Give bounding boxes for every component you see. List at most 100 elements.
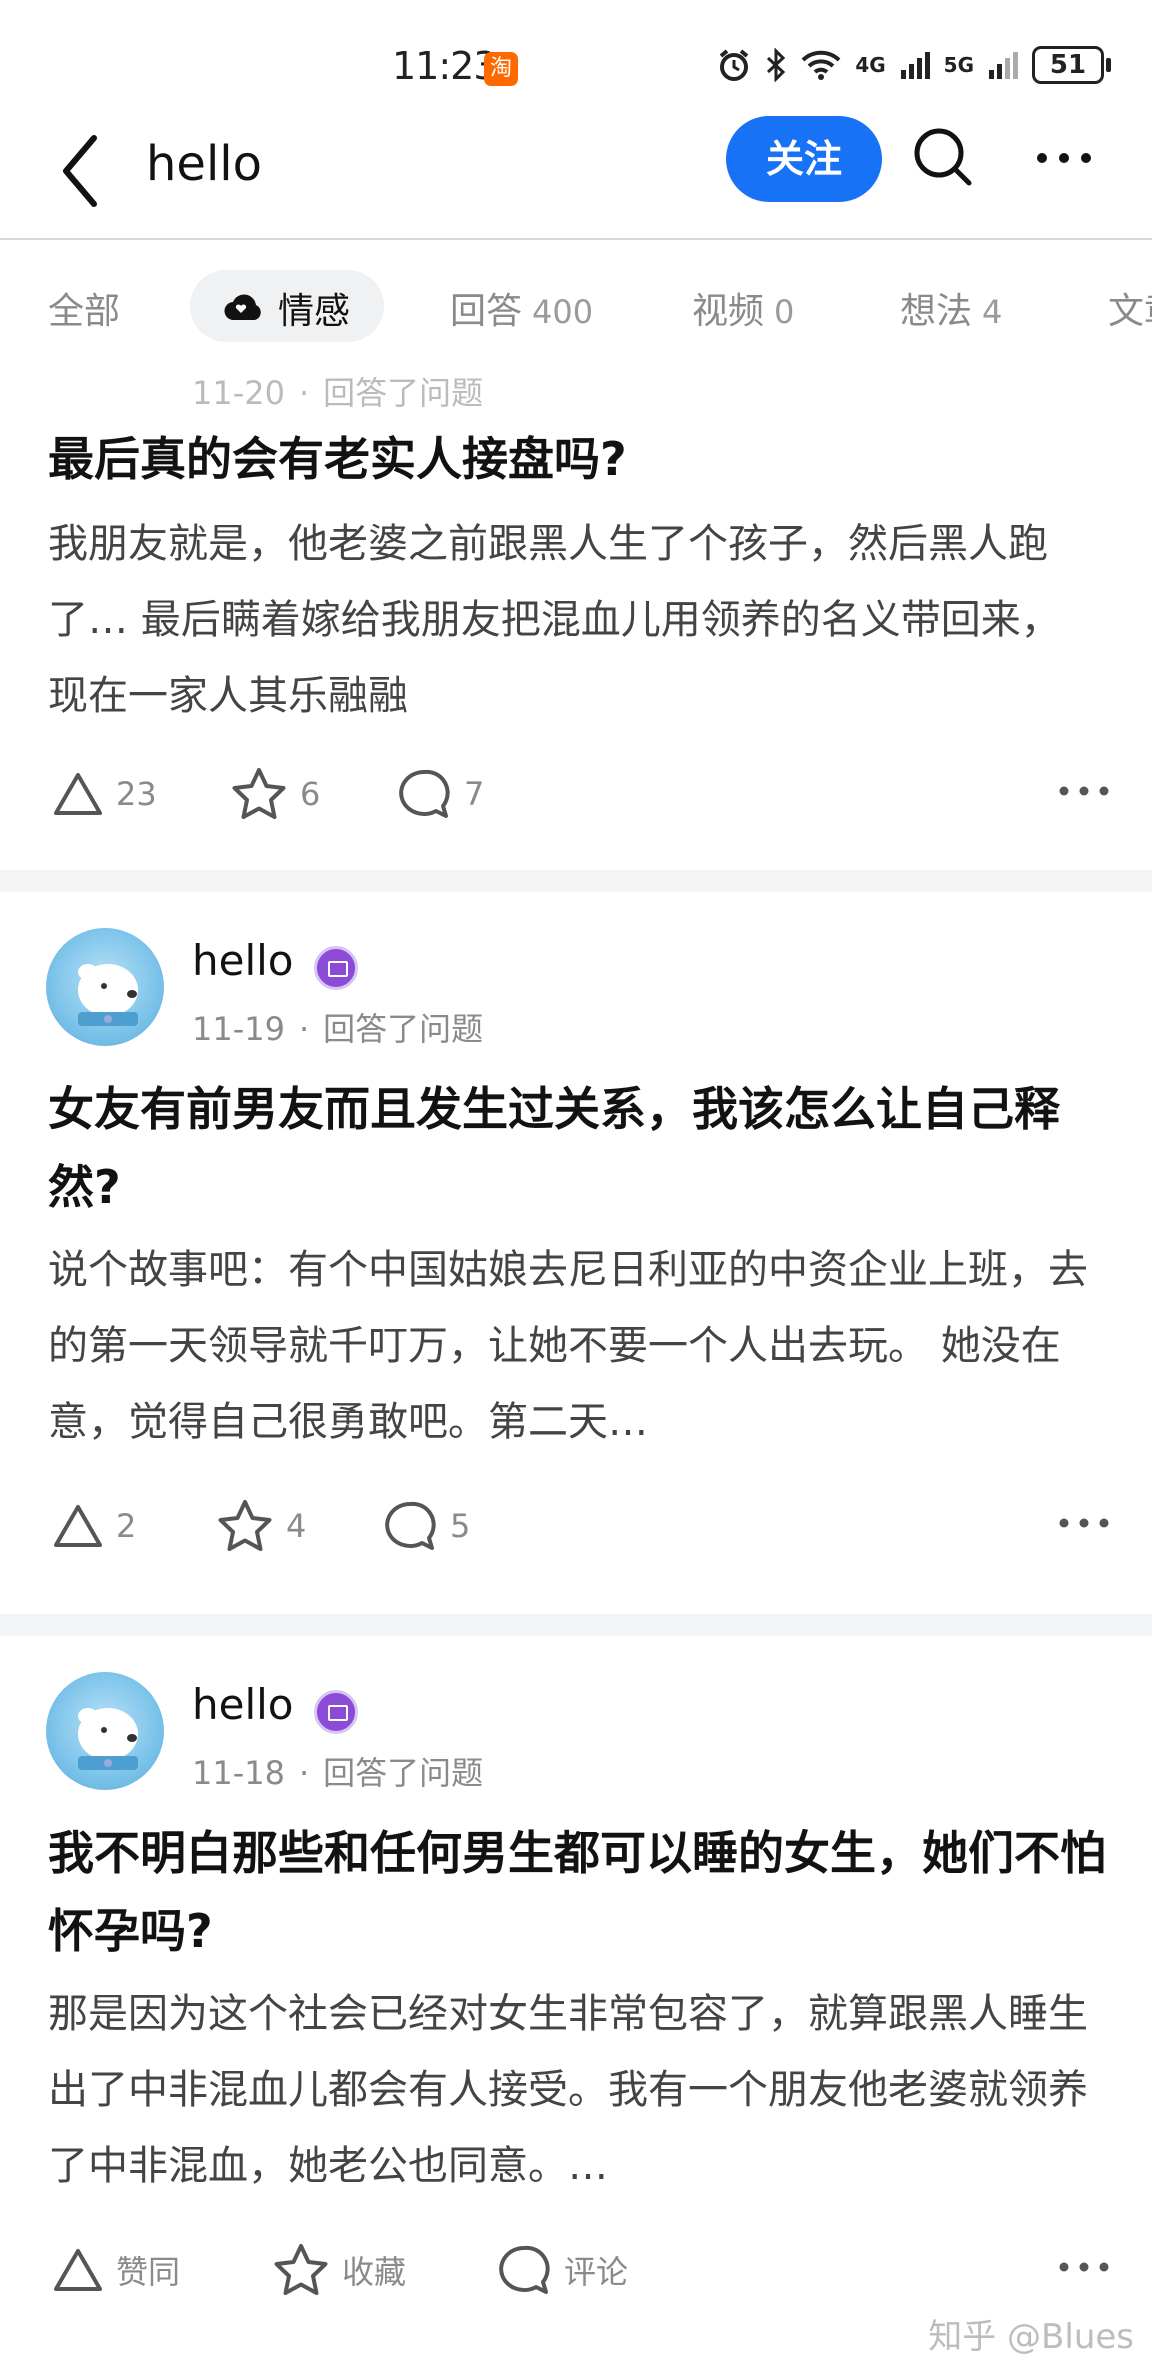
favorite-count: 4 (286, 1507, 307, 1545)
card-separator (0, 1614, 1152, 1636)
star-icon (232, 768, 286, 819)
question-title[interactable]: 最后真的会有老实人接盘吗? (48, 420, 1108, 498)
answer-date: 11-18 (192, 1754, 285, 1792)
star-icon (274, 2244, 328, 2295)
favorite-button[interactable]: 4 (216, 1496, 306, 1556)
answer-excerpt[interactable]: 我朋友就是，他老婆之前跟黑人生了个孩子，然后黑人跑了… 最后瞒着嫁给我朋友把混血… (48, 506, 1088, 734)
network-5g-label: 5G (943, 53, 974, 77)
polar-bear-avatar-icon (78, 964, 138, 1026)
tab-label: 回答 (450, 291, 523, 332)
author-name[interactable]: hello (192, 1680, 294, 1729)
bluetooth-icon (767, 48, 786, 82)
wifi-icon (801, 50, 841, 80)
network-4g-label: 4G (855, 53, 886, 77)
comment-icon (399, 769, 450, 818)
comment-icon (385, 1501, 436, 1550)
tab-label: 全部 (48, 291, 121, 332)
favorite-count: 6 (300, 775, 321, 813)
action-bar: 2 4 5 (0, 1496, 1152, 1556)
content-tabs: 全部 情感 回答400 视频0 想法4 文章 (0, 240, 1152, 370)
more-horizontal-icon[interactable] (1058, 1508, 1110, 1538)
more-button[interactable] (1034, 138, 1094, 178)
signal-icon-2 (989, 52, 1018, 79)
answer-feed: 11-20 · 回答了问题 最后真的会有老实人接盘吗? 我朋友就是，他老婆之前跟黑人… (0, 370, 1152, 2376)
upvote-count: 2 (116, 1507, 137, 1545)
creator-badge-icon (314, 946, 358, 990)
comment-button[interactable]: 5 (382, 1496, 470, 1556)
upvote-label: 赞同 (116, 2253, 181, 2291)
taobao-notification-icon: 淘 (484, 52, 518, 86)
favorite-label: 收藏 (342, 2253, 407, 2291)
more-horizontal-icon[interactable] (1058, 2252, 1110, 2282)
star-icon (218, 1500, 272, 1551)
favorite-button[interactable]: 6 (230, 764, 320, 824)
comment-count: 7 (464, 775, 485, 813)
answer-meta: 11-19 · 回答了问题 (192, 1010, 484, 1048)
profile-header: hello 关注 (0, 110, 1152, 240)
tab-label: 情感 (278, 291, 351, 332)
search-icon (914, 128, 972, 186)
tab-count: 4 (982, 293, 1003, 331)
upvote-icon (54, 1505, 102, 1547)
tab-thoughts[interactable]: 想法 4 (900, 282, 1002, 334)
status-bar: 11:23 淘 4G 5G 51 (0, 0, 1152, 120)
upvote-count: 23 (116, 775, 157, 813)
action-bar: 23 6 7 (0, 764, 1152, 824)
card-separator (0, 870, 1152, 892)
answer-action: 回答了问题 (323, 1754, 484, 1792)
tab-label: 想法 (900, 291, 973, 332)
answer-excerpt[interactable]: 那是因为这个社会已经对女生非常包容了，就算跟黑人睡生出了中非混血儿都会有人接受。… (48, 1976, 1088, 2204)
more-horizontal-icon (1037, 153, 1091, 163)
tab-count: 0 (774, 293, 795, 331)
chevron-left-icon (63, 135, 97, 207)
status-icons: 4G 5G 51 (717, 46, 1111, 84)
upvote-icon (54, 2249, 102, 2291)
comment-label: 评论 (564, 2253, 629, 2291)
answer-excerpt[interactable]: 说个故事吧：有个中国姑娘去尼日利亚的中资企业上班，去的第一天领导就千叮万，让她不… (48, 1232, 1088, 1460)
tab-label: 视频 (692, 291, 765, 332)
follow-button[interactable]: 关注 (726, 116, 882, 202)
avatar[interactable] (46, 928, 164, 1046)
comment-icon (499, 2245, 550, 2294)
tab-label: 文章 (1108, 291, 1152, 332)
tab-all[interactable]: 全部 (48, 282, 120, 334)
status-time: 11:23 (392, 44, 498, 88)
page-title: hello (146, 136, 262, 192)
tab-emotion[interactable]: 情感 (190, 270, 384, 342)
battery-indicator: 51 (1032, 46, 1111, 84)
cloud-heart-icon (224, 294, 261, 321)
search-button[interactable] (908, 122, 978, 192)
watermark: 知乎 @Blues (928, 2317, 1134, 2357)
avatar[interactable] (46, 1672, 164, 1790)
upvote-button[interactable]: 23 (52, 764, 157, 824)
answer-action: 回答了问题 (323, 1010, 484, 1048)
author-name[interactable]: hello (192, 936, 294, 985)
back-button[interactable] (52, 126, 112, 216)
answer-date: 11-20 (192, 374, 285, 412)
polar-bear-avatar-icon (78, 1708, 138, 1770)
upvote-icon (54, 773, 102, 815)
answer-meta: 11-20 · 回答了问题 (192, 374, 484, 412)
question-title[interactable]: 女友有前男友而且发生过关系，我该怎么让自己释然? (48, 1070, 1108, 1226)
answer-action: 回答了问题 (323, 374, 484, 412)
comment-button[interactable]: 评论 (496, 2240, 628, 2300)
list-item[interactable]: hello 11-19 · 回答了问题 女友有前男友而且发生过关系，我该怎么让自己释… (0, 892, 1152, 1614)
comment-button[interactable]: 7 (396, 764, 484, 824)
answer-meta: 11-18 · 回答了问题 (192, 1754, 484, 1792)
tab-answers[interactable]: 回答 400 (450, 282, 593, 334)
tab-videos[interactable]: 视频 0 (692, 282, 794, 334)
creator-badge-icon (314, 1690, 358, 1734)
tab-articles[interactable]: 文章 (1108, 282, 1152, 334)
action-bar: 赞同 收藏 评论 (0, 2240, 1152, 2300)
upvote-button[interactable]: 赞同 (52, 2240, 180, 2300)
list-item[interactable]: hello 11-18 · 回答了问题 我不明白那些和任何男生都可以睡的女生，她们不… (0, 1636, 1152, 2376)
alarm-icon (720, 49, 749, 81)
more-horizontal-icon[interactable] (1058, 776, 1110, 806)
signal-icon (900, 52, 930, 79)
question-title[interactable]: 我不明白那些和任何男生都可以睡的女生，她们不怕怀孕吗? (48, 1814, 1108, 1970)
comment-count: 5 (450, 1507, 471, 1545)
list-item[interactable]: 11-20 · 回答了问题 最后真的会有老实人接盘吗? 我朋友就是，他老婆之前跟黑人… (0, 370, 1152, 840)
upvote-button[interactable]: 2 (52, 1496, 136, 1556)
favorite-button[interactable]: 收藏 (272, 2240, 406, 2300)
tab-count: 400 (532, 293, 594, 331)
